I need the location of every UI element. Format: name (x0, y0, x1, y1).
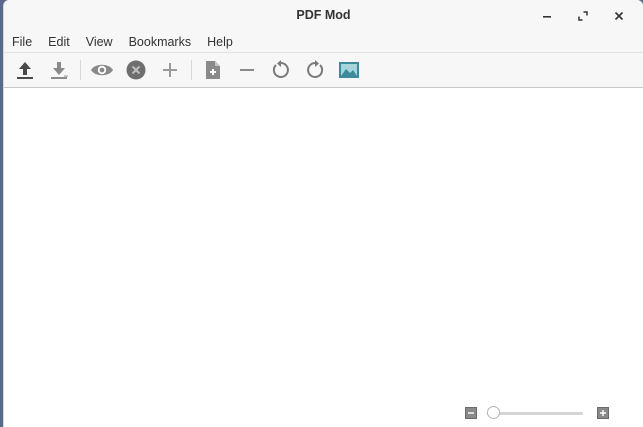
add-document-icon (206, 61, 220, 79)
add-button[interactable] (155, 56, 185, 84)
remove-circle-icon (126, 60, 146, 80)
zoom-bar (465, 405, 609, 421)
zoom-out-icon (465, 407, 477, 419)
export-image-button[interactable] (334, 56, 364, 84)
upload-icon (17, 62, 33, 79)
plus-icon (163, 63, 177, 77)
rotate-right-icon (307, 60, 324, 78)
toolbar (4, 52, 643, 88)
zoom-out-toolbar-button[interactable] (232, 56, 262, 84)
rotate-left-button[interactable] (266, 56, 296, 84)
remove-button[interactable] (121, 56, 151, 84)
document-view-area[interactable] (4, 88, 643, 427)
zoom-in-icon (597, 407, 609, 419)
download-icon (51, 62, 68, 79)
menu-bookmarks[interactable]: Bookmarks (127, 34, 199, 50)
zoom-slider[interactable] (487, 405, 583, 421)
menu-view[interactable]: View (84, 34, 120, 50)
maximize-icon (578, 11, 588, 21)
save-button[interactable] (44, 56, 74, 84)
open-button[interactable] (10, 56, 40, 84)
close-icon (614, 11, 624, 21)
window-controls (529, 4, 637, 28)
menu-bar: File Edit View Bookmarks Help (4, 32, 643, 52)
zoom-out-button[interactable] (465, 407, 477, 419)
zoom-in-button[interactable] (597, 407, 609, 419)
app-window: PDF Mod File Edit View Bookmarks Help (3, 0, 643, 427)
menu-file[interactable]: File (10, 34, 39, 50)
toolbar-separator (80, 60, 81, 80)
close-button[interactable] (601, 4, 637, 28)
eye-icon (91, 64, 113, 76)
view-button[interactable] (87, 56, 117, 84)
minimize-icon (543, 16, 551, 18)
zoom-track (487, 412, 583, 415)
minus-icon (240, 69, 254, 71)
toolbar-separator (191, 60, 192, 80)
menu-edit[interactable]: Edit (46, 34, 77, 50)
zoom-handle[interactable] (487, 406, 500, 419)
maximize-button[interactable] (565, 4, 601, 28)
title-bar[interactable]: PDF Mod (4, 0, 643, 32)
minimize-button[interactable] (529, 4, 565, 28)
rotate-left-icon (272, 60, 289, 78)
menu-help[interactable]: Help (205, 34, 240, 50)
insert-document-button[interactable] (198, 56, 228, 84)
rotate-right-button[interactable] (300, 56, 330, 84)
image-icon (339, 62, 359, 78)
